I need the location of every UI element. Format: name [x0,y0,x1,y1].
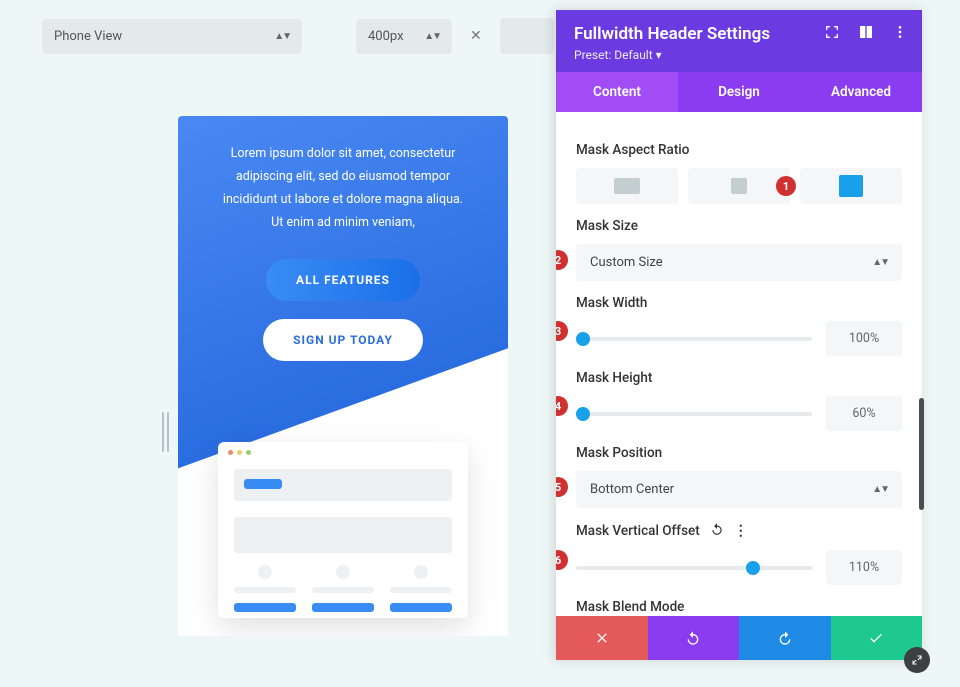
width-label: Mask Width [576,295,902,311]
sign-up-button[interactable]: SIGN UP TODAY [263,319,423,361]
focus-icon[interactable] [824,24,840,40]
height-value[interactable]: 60% [826,396,902,431]
tab-design[interactable]: Design [678,72,800,112]
width-select[interactable]: 400px ▲▼ [356,19,452,54]
cancel-button[interactable] [556,616,648,660]
expand-corner-icon[interactable] [904,647,930,673]
voffset-value[interactable]: 110% [826,550,902,585]
position-select[interactable]: Bottom Center▲▼ [576,471,902,508]
marker-2: 2 [556,250,568,270]
size-select[interactable]: Custom Size▲▼ [576,244,902,281]
blend-label: Mask Blend Mode [576,599,902,615]
tab-advanced[interactable]: Advanced [800,72,922,112]
voffset-label: Mask Vertical Offset ⋮ [576,522,902,540]
marker-4: 4 [556,396,568,416]
phone-view-select[interactable]: Phone View ▲▼ [42,19,302,54]
aspect-ratio-label: Mask Aspect Ratio [576,142,902,158]
close-icon[interactable]: ✕ [464,28,488,44]
undo-button[interactable] [648,616,740,660]
sort-icon: ▲▼ [274,31,290,42]
width-value[interactable]: 100% [826,321,902,356]
position-label: Mask Position [576,445,902,461]
sort-icon: ▲▼ [424,31,440,42]
settings-panel: Fullwidth Header Settings Preset: Defaul… [556,10,922,660]
preview-frame: Lorem ipsum dolor sit amet, consectetur … [178,116,508,636]
preset-select[interactable]: Preset: Default ▾ [574,48,904,62]
tab-content[interactable]: Content [556,72,678,112]
marker-1: 1 [776,176,796,196]
height-slider[interactable] [576,412,812,416]
redo-button[interactable] [739,616,831,660]
marker-3: 3 [556,321,568,341]
reset-icon[interactable] [710,522,724,540]
size-label: Mask Size [576,218,902,234]
phone-view-label: Phone View [54,29,122,44]
height-label: Mask Height [576,370,902,386]
marker-5: 5 [556,477,568,497]
aspect-square[interactable]: 1 [688,168,790,204]
width-value: 400px [368,29,404,44]
voffset-slider[interactable] [576,566,812,570]
preview-text: Lorem ipsum dolor sit amet, consectetur … [178,116,508,235]
browser-mockup [218,442,468,618]
all-features-button[interactable]: ALL FEATURES [266,259,420,301]
height-select[interactable] [500,18,554,54]
columns-icon[interactable] [858,24,874,40]
aspect-landscape[interactable] [576,168,678,204]
kebab-icon[interactable] [892,24,908,40]
width-slider[interactable] [576,337,812,341]
scrollbar[interactable] [919,398,924,510]
resize-handle[interactable] [158,412,172,452]
aspect-portrait[interactable] [800,168,902,204]
marker-6: 6 [556,550,568,570]
